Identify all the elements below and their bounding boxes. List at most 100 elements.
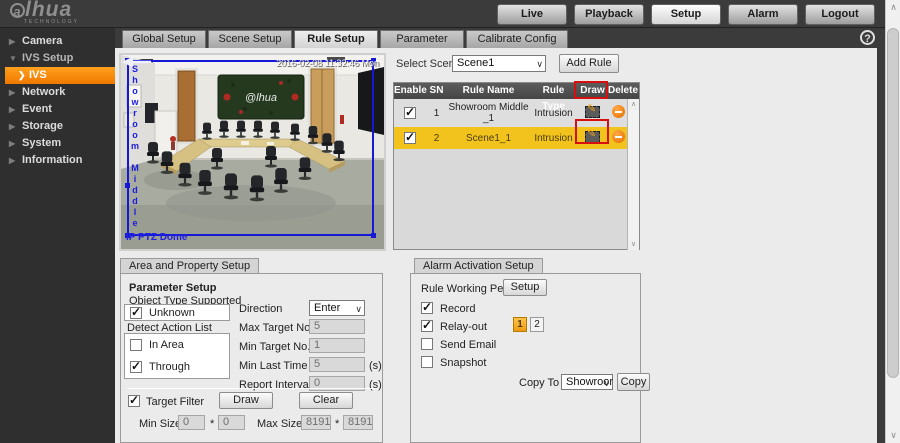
table-scrollbar[interactable]: ∧ ∨ (627, 99, 639, 250)
app-window: a lhua TECHNOLOGY Live Playback Setup Ala… (0, 0, 900, 443)
live-button[interactable]: Live (497, 4, 567, 25)
chevron-down-icon: ∨ (536, 59, 543, 69)
send-email-checkbox[interactable]: ✓ (421, 338, 433, 350)
delete-icon[interactable] (611, 130, 625, 143)
alarm-button[interactable]: Alarm (728, 4, 798, 25)
through-checkbox[interactable]: ✓ (130, 359, 142, 373)
min-last-time-label: Min Last Time (239, 360, 308, 372)
camera-preview[interactable]: @lhua 2016-02-08 11:32:46 Mon Showroom M… (119, 53, 386, 251)
setup-button[interactable]: Setup (651, 4, 721, 25)
chevron-right-icon: ▶ (9, 88, 16, 97)
dahua-logo-icon: a lhua TECHNOLOGY (10, 0, 79, 25)
red-highlight-box-draw-header (574, 81, 608, 99)
in-area-checkbox[interactable]: ✓ (130, 339, 142, 351)
snapshot-checkbox[interactable]: ✓ (421, 356, 433, 368)
divider (127, 388, 377, 389)
rule-name: Showroom Middle_1 (448, 102, 529, 124)
sidebar: ▶ Camera ▼ IVS Setup ❯ IVS ▶ Network ▶ E… (0, 28, 115, 443)
direction-dropdown[interactable]: Enter ∨ (309, 300, 365, 316)
sidebar-item-system[interactable]: ▶ System (0, 135, 115, 152)
clear-button[interactable]: Clear (299, 392, 353, 409)
max-size-width-input[interactable]: 8191 (301, 415, 331, 430)
max-size-label: Max Size (257, 418, 303, 430)
size-separator: * (335, 418, 340, 430)
alarm-panel-title: Alarm Activation Setup (414, 258, 543, 274)
setup-period-button[interactable]: Setup (503, 279, 547, 296)
delete-icon[interactable] (611, 105, 625, 118)
scroll-up-icon[interactable]: ∧ (886, 0, 900, 15)
chevron-right-icon: ▶ (9, 37, 16, 46)
logout-button[interactable]: Logout (805, 4, 875, 25)
chevron-right-icon: ▶ (9, 156, 16, 165)
seconds-unit-label: (s) (369, 379, 382, 391)
min-target-input[interactable]: 1 (309, 338, 365, 353)
sidebar-item-ivs[interactable]: ❯ IVS (5, 67, 115, 84)
copy-to-label: Copy To (519, 377, 560, 389)
tab-global-setup[interactable]: Global Setup (122, 30, 206, 48)
relay-2-button[interactable]: 2 (530, 317, 544, 332)
content-right-frame (877, 28, 885, 443)
sidebar-item-storage[interactable]: ▶ Storage (0, 118, 115, 135)
help-icon[interactable]: ? (860, 30, 875, 45)
target-filter-checkbox[interactable]: ✓ (128, 393, 140, 407)
draw-icon[interactable]: ✎ (585, 103, 600, 118)
draw-button[interactable]: Draw (219, 392, 273, 409)
chevron-down-icon: ∨ (603, 378, 610, 388)
tab-parameter[interactable]: Parameter (380, 30, 464, 48)
seconds-unit-label: (s) (369, 360, 382, 372)
intrusion-zone-overlay[interactable] (125, 58, 376, 238)
tab-rule-setup[interactable]: Rule Setup (294, 30, 378, 48)
relay-1-button[interactable]: 1 (513, 317, 527, 332)
scene-select-dropdown[interactable]: Scene1 ∨ (452, 55, 546, 72)
page-scrollbar[interactable]: ∧ ∨ (885, 0, 900, 443)
camera-name-overlay: IP PTZ Dome (126, 232, 188, 243)
record-checkbox[interactable]: ✓ (421, 300, 433, 314)
parameter-setup-label: Parameter Setup (129, 282, 217, 294)
chevron-down-icon: ▼ (9, 54, 17, 63)
min-size-height-input[interactable]: 0 (218, 415, 245, 430)
direction-label: Direction (239, 303, 283, 315)
min-last-time-input[interactable]: 5 (309, 357, 365, 372)
add-rule-button[interactable]: Add Rule (559, 54, 619, 73)
max-target-input[interactable]: 5 (309, 319, 365, 334)
scroll-down-icon[interactable]: ∨ (628, 239, 639, 250)
relay-out-checkbox[interactable]: ✓ (421, 318, 433, 332)
logo-subtitle: TECHNOLOGY (24, 19, 80, 25)
scroll-down-icon[interactable]: ∨ (886, 428, 900, 443)
rule-name: Scene1_1 (465, 132, 512, 144)
report-interval-label: Report Interval (239, 379, 312, 391)
object-type-list: ✓ Unknown (124, 304, 230, 321)
unknown-checkbox[interactable]: ✓ (130, 305, 142, 319)
rule-name-overlay: Showroom Middle (130, 64, 140, 229)
max-size-height-input[interactable]: 8191 (343, 415, 373, 430)
rule-enable-checkbox[interactable]: ✓ (404, 105, 416, 119)
target-filter-label: Target Filter (146, 396, 205, 408)
rule-enable-checkbox[interactable]: ✓ (404, 130, 416, 144)
chevron-right-icon: ❯ (18, 70, 26, 80)
max-target-label: Max Target No. (239, 322, 314, 334)
size-separator: * (210, 418, 215, 430)
red-highlight-box-draw-icon (575, 119, 609, 144)
tab-strip: Global Setup Scene Setup Rule Setup Para… (115, 28, 885, 48)
sidebar-item-camera[interactable]: ▶ Camera (0, 33, 115, 50)
min-size-label: Min Size (139, 418, 182, 430)
alarm-panel: Rule Working Period Setup ✓ Record ✓ Rel… (410, 273, 650, 443)
sidebar-item-event[interactable]: ▶ Event (0, 101, 115, 118)
chevron-right-icon: ▶ (9, 105, 16, 114)
copy-to-dropdown[interactable]: Showroor ∨ (561, 374, 613, 390)
sidebar-item-network[interactable]: ▶ Network (0, 84, 115, 101)
playback-button[interactable]: Playback (574, 4, 644, 25)
chevron-down-icon: ∨ (355, 304, 362, 314)
chevron-right-icon: ▶ (9, 139, 16, 148)
top-bar: a lhua TECHNOLOGY Live Playback Setup Ala… (0, 0, 900, 28)
sidebar-item-ivs-setup[interactable]: ▼ IVS Setup (0, 50, 115, 67)
scrollbar-thumb[interactable] (887, 28, 899, 378)
sidebar-item-information[interactable]: ▶ Information (0, 152, 115, 169)
copy-button[interactable]: Copy (617, 373, 650, 391)
tab-scene-setup[interactable]: Scene Setup (208, 30, 292, 48)
scroll-up-icon[interactable]: ∧ (628, 99, 639, 110)
min-size-width-input[interactable]: 0 (178, 415, 205, 430)
tab-calibrate-config[interactable]: Calibrate Config (466, 30, 568, 48)
video-timestamp: 2016-02-08 11:32:46 Mon (276, 58, 379, 68)
min-target-label: Min Target No. (239, 341, 311, 353)
